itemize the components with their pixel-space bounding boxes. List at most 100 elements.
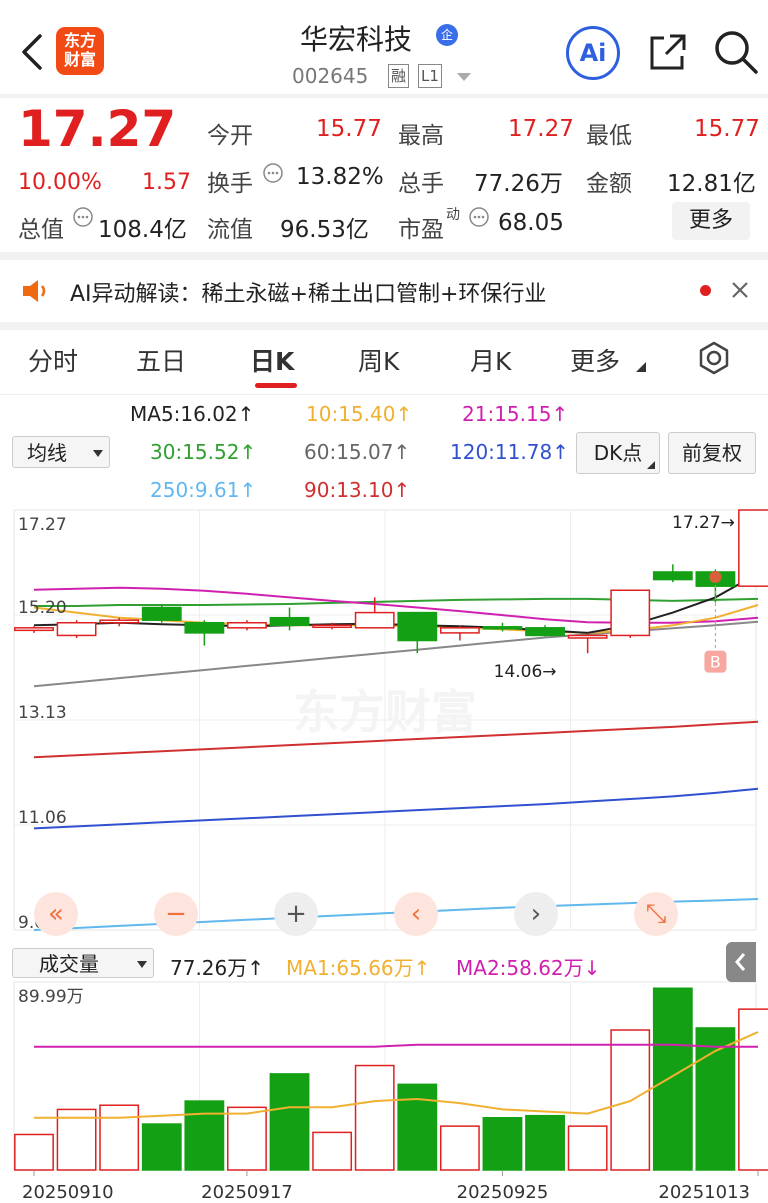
candle-body	[652, 571, 693, 581]
zoom-out-icon[interactable]: −	[154, 892, 198, 936]
k-line-chart[interactable]: 东方财富 17.2715.2013.1311.069.00 17.27→14.0…	[0, 500, 768, 1203]
back-button[interactable]	[14, 28, 50, 76]
high-label: 最高	[398, 123, 444, 149]
x-axis-label: 20250925	[457, 1182, 549, 1203]
tab-monthly-k[interactable]: 月K	[470, 342, 511, 378]
volume-ma1: MA1:65.66万↑	[286, 956, 431, 980]
current-price: 17.27	[18, 100, 177, 158]
ma5-value: MA5:16.02↑	[130, 402, 255, 426]
pe-superscript: 动	[446, 207, 460, 223]
level-tag: L1	[418, 64, 442, 88]
high-annotation: 17.27→	[672, 513, 735, 533]
margin-tag: 融	[388, 64, 410, 88]
ma60-value: 60:15.07↑	[304, 440, 411, 464]
amount-label: 金额	[586, 171, 632, 197]
y-axis-label: 15.20	[18, 598, 67, 618]
high-value: 17.27	[508, 116, 574, 142]
candle-body	[99, 619, 140, 624]
more-quote-button[interactable]: 更多	[672, 202, 750, 240]
signal-dot	[709, 571, 722, 584]
volume-bar	[695, 1027, 736, 1171]
volume-ma2: MA2:58.62万↓	[456, 956, 601, 980]
volume-bar	[397, 1083, 438, 1171]
change-amount: 1.57	[142, 170, 191, 195]
volume-bar	[567, 1125, 608, 1171]
stock-name: 华宏科技	[300, 23, 413, 56]
volume-bar	[227, 1106, 267, 1171]
ma120-value: 120:11.78↑	[450, 440, 569, 464]
ma90-value: 90:13.10↑	[304, 478, 411, 502]
divider	[0, 322, 768, 330]
x-axis-label: 20251013	[658, 1182, 750, 1203]
info-icon[interactable]	[72, 206, 94, 228]
volume-bar	[354, 1064, 395, 1171]
volume-indicator-selector[interactable]: 成交量	[12, 948, 154, 978]
ai-button[interactable]: Ai	[566, 26, 620, 80]
change-percent: 10.00%	[18, 170, 102, 195]
volume-label: 总手	[398, 171, 444, 197]
ma120-line	[33, 787, 759, 830]
candle-body	[184, 621, 225, 634]
ma10-value: 10:15.40↑	[306, 402, 413, 426]
volume-bar	[482, 1117, 523, 1171]
unread-dot	[700, 285, 711, 296]
search-icon[interactable]	[712, 28, 760, 76]
speaker-icon	[23, 280, 46, 302]
tab-more[interactable]: 更多	[570, 342, 620, 378]
caret-down-icon[interactable]	[456, 72, 472, 82]
tab-weekly-k[interactable]: 周K	[358, 342, 399, 378]
candle-body	[397, 611, 438, 642]
info-icon[interactable]	[262, 162, 284, 184]
tab-daily-k[interactable]: 日K	[250, 342, 294, 378]
volume-bar	[141, 1123, 182, 1171]
indicator-selector[interactable]: 均线	[12, 436, 110, 468]
tab-five-day[interactable]: 五日	[136, 342, 186, 378]
candle-body	[141, 606, 182, 621]
pe-value: 68.05	[498, 210, 564, 236]
step-left-icon[interactable]: ‹	[394, 892, 438, 936]
info-icon[interactable]	[468, 206, 490, 228]
candle-body	[227, 621, 267, 629]
open-value: 15.77	[316, 116, 382, 142]
low-label: 最低	[586, 123, 632, 149]
enterprise-badge: 企	[436, 24, 458, 46]
candle-body	[439, 627, 480, 634]
fullscreen-icon[interactable]: ⤡	[634, 892, 678, 936]
candle-body	[567, 634, 608, 639]
active-tab-indicator	[255, 383, 297, 388]
dk-point-button[interactable]: DK点	[576, 432, 660, 474]
mktcap-value: 108.4亿	[98, 217, 187, 243]
candle-body	[525, 627, 565, 637]
x-axis-label: 20250910	[22, 1182, 114, 1203]
volume-bar	[439, 1125, 480, 1171]
close-icon[interactable]	[730, 280, 750, 300]
divider	[0, 94, 768, 98]
tab-intraday[interactable]: 分时	[28, 342, 78, 378]
volume-bar	[312, 1131, 353, 1171]
y-axis-label: 13.13	[18, 703, 67, 723]
low-annotation: 14.06→	[494, 662, 557, 682]
volume-bar	[269, 1073, 310, 1171]
chevron-left-icon	[735, 953, 746, 971]
ma30-value: 30:15.52↑	[150, 440, 257, 464]
float-value: 96.53亿	[280, 217, 369, 243]
divider	[0, 394, 768, 395]
collapse-panel-button[interactable]	[726, 942, 756, 982]
y-axis-label: 11.06	[18, 808, 67, 828]
caret-down-icon	[137, 961, 147, 968]
rewind-icon[interactable]: «	[34, 892, 78, 936]
step-right-icon[interactable]: ›	[514, 892, 558, 936]
amount-value: 12.81亿	[667, 171, 756, 197]
share-icon[interactable]	[646, 30, 690, 74]
candle-body	[269, 616, 310, 627]
chevron-left-icon	[22, 34, 42, 70]
ai-insight-text[interactable]: AI异动解读：稀土永磁+稀土出口管制+环保行业	[70, 276, 546, 308]
adjust-mode-button[interactable]: 前复权	[668, 432, 756, 474]
zoom-in-icon[interactable]: +	[274, 892, 318, 936]
x-axis-label: 20250917	[201, 1182, 293, 1203]
pe-label: 市盈	[398, 217, 444, 243]
corner-triangle-icon	[636, 362, 646, 372]
y-axis-label: 17.27	[18, 515, 67, 535]
volume-bar	[184, 1100, 225, 1171]
gear-icon[interactable]	[696, 340, 732, 376]
